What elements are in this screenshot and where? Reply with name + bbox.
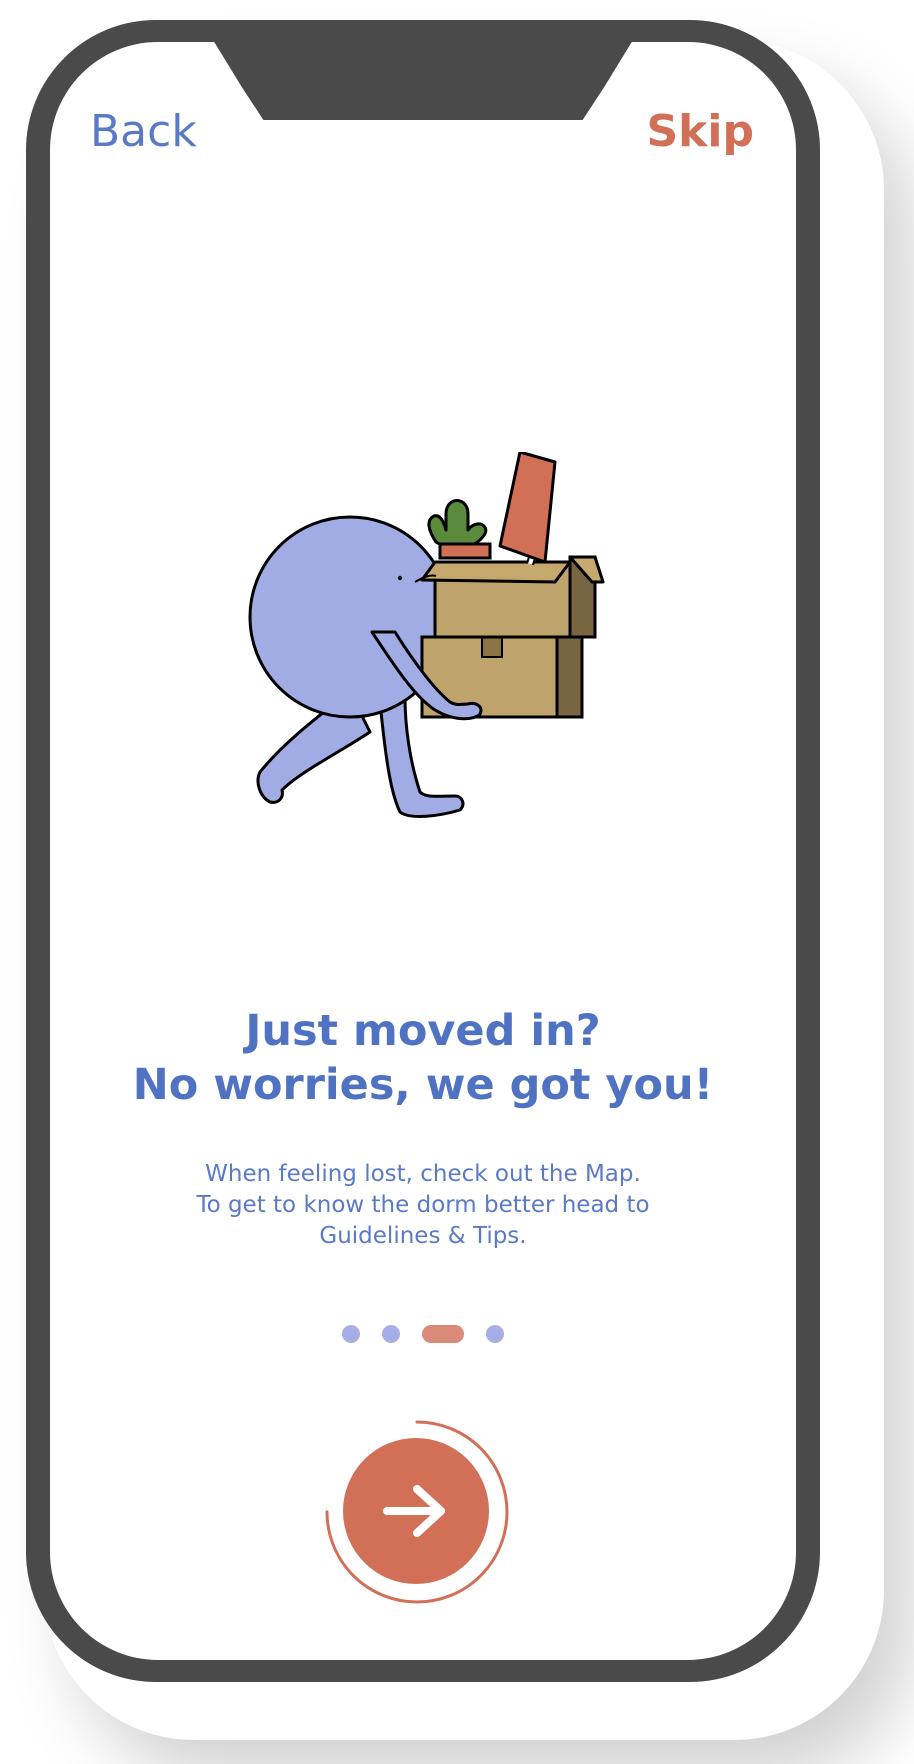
headline: Just moved in? No worries, we got you!: [50, 1004, 796, 1112]
next-button-wrapper: [323, 1418, 523, 1618]
stacked-boxes: [420, 555, 605, 719]
page-dot-2[interactable]: [382, 1325, 400, 1343]
lamp: [498, 452, 557, 566]
skip-button[interactable]: Skip: [646, 110, 754, 154]
description: When feeling lost, check out the Map. To…: [50, 1159, 796, 1252]
headline-line-1: Just moved in?: [245, 1006, 601, 1056]
back-button[interactable]: Back: [90, 110, 197, 154]
moving-boxes-illustration: [248, 452, 605, 818]
onboarding-screen: Back Skip Just moved in? No worries, we …: [50, 42, 796, 1660]
next-button[interactable]: [343, 1438, 489, 1584]
description-line-1: When feeling lost, check out the Map.: [205, 1161, 641, 1187]
page-indicator: [50, 1325, 796, 1343]
page-dot-4[interactable]: [486, 1325, 504, 1343]
headline-line-2: No worries, we got you!: [132, 1060, 714, 1110]
description-line-3: Guidelines & Tips.: [319, 1223, 527, 1249]
arrow-right-icon: [383, 1485, 445, 1537]
page-dot-3-active[interactable]: [422, 1325, 464, 1343]
page-dot-1[interactable]: [342, 1325, 360, 1343]
phone-frame: Back Skip Just moved in? No worries, we …: [26, 20, 820, 1682]
cactus-plant: [427, 499, 492, 560]
phone-notch: [213, 42, 633, 120]
description-line-2: To get to know the dorm better head to: [196, 1192, 650, 1218]
